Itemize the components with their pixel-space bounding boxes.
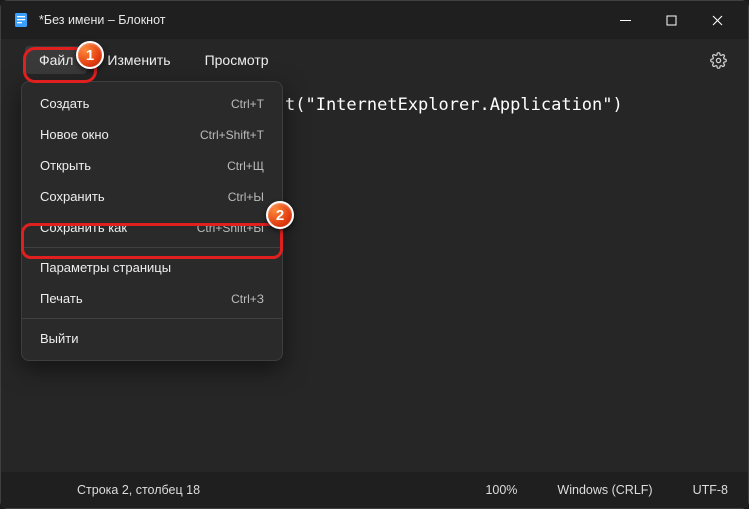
menu-edit-label: Изменить <box>107 52 170 68</box>
menu-item-new-window[interactable]: Новое окно Ctrl+Shift+T <box>22 119 282 150</box>
status-encoding[interactable]: UTF-8 <box>673 483 748 497</box>
menu-item-shortcut: Ctrl+T <box>231 97 264 111</box>
settings-button[interactable] <box>702 44 734 76</box>
status-line-ending[interactable]: Windows (CRLF) <box>537 483 672 497</box>
annotation-badge-2: 2 <box>266 201 294 229</box>
menu-item-label: Сохранить как <box>40 220 127 235</box>
window-title: *Без имени – Блокнот <box>39 13 165 27</box>
menu-item-label: Открыть <box>40 158 91 173</box>
menu-view[interactable]: Просмотр <box>191 46 283 74</box>
menu-item-save-as[interactable]: Сохранить как Ctrl+Shift+Ы <box>22 212 282 243</box>
menu-item-label: Новое окно <box>40 127 109 142</box>
menu-item-print[interactable]: Печать Ctrl+З <box>22 283 282 314</box>
menu-item-page-setup[interactable]: Параметры страницы <box>22 252 282 283</box>
menu-file-label: Файл <box>39 52 73 68</box>
menu-separator <box>22 318 282 319</box>
menu-item-label: Сохранить <box>40 189 105 204</box>
status-position: Строка 2, столбец 18 <box>57 483 220 497</box>
menu-item-shortcut: Ctrl+Shift+Ы <box>197 221 264 235</box>
titlebar: *Без имени – Блокнот <box>1 1 748 39</box>
menu-item-shortcut: Ctrl+Ы <box>228 190 264 204</box>
menu-separator <box>22 247 282 248</box>
file-dropdown-menu: Создать Ctrl+T Новое окно Ctrl+Shift+T О… <box>21 81 283 361</box>
menubar: Файл Изменить Просмотр <box>1 39 748 81</box>
menu-item-shortcut: Ctrl+З <box>231 292 264 306</box>
notepad-app-icon <box>13 12 29 28</box>
minimize-button[interactable] <box>602 1 648 39</box>
menu-item-label: Выйти <box>40 331 79 346</box>
menu-item-label: Печать <box>40 291 83 306</box>
menu-edit[interactable]: Изменить <box>93 46 184 74</box>
menu-item-label: Создать <box>40 96 89 111</box>
status-zoom[interactable]: 100% <box>465 483 537 497</box>
menu-item-shortcut: Ctrl+Щ <box>227 159 264 173</box>
close-button[interactable] <box>694 1 740 39</box>
menu-item-exit[interactable]: Выйти <box>22 323 282 354</box>
menu-view-label: Просмотр <box>205 52 269 68</box>
menu-item-label: Параметры страницы <box>40 260 171 275</box>
menu-item-save[interactable]: Сохранить Ctrl+Ы <box>22 181 282 212</box>
statusbar: Строка 2, столбец 18 100% Windows (CRLF)… <box>1 472 748 508</box>
menu-item-open[interactable]: Открыть Ctrl+Щ <box>22 150 282 181</box>
menu-item-shortcut: Ctrl+Shift+T <box>200 128 264 142</box>
annotation-badge-1: 1 <box>76 41 104 69</box>
menu-item-new[interactable]: Создать Ctrl+T <box>22 88 282 119</box>
maximize-button[interactable] <box>648 1 694 39</box>
